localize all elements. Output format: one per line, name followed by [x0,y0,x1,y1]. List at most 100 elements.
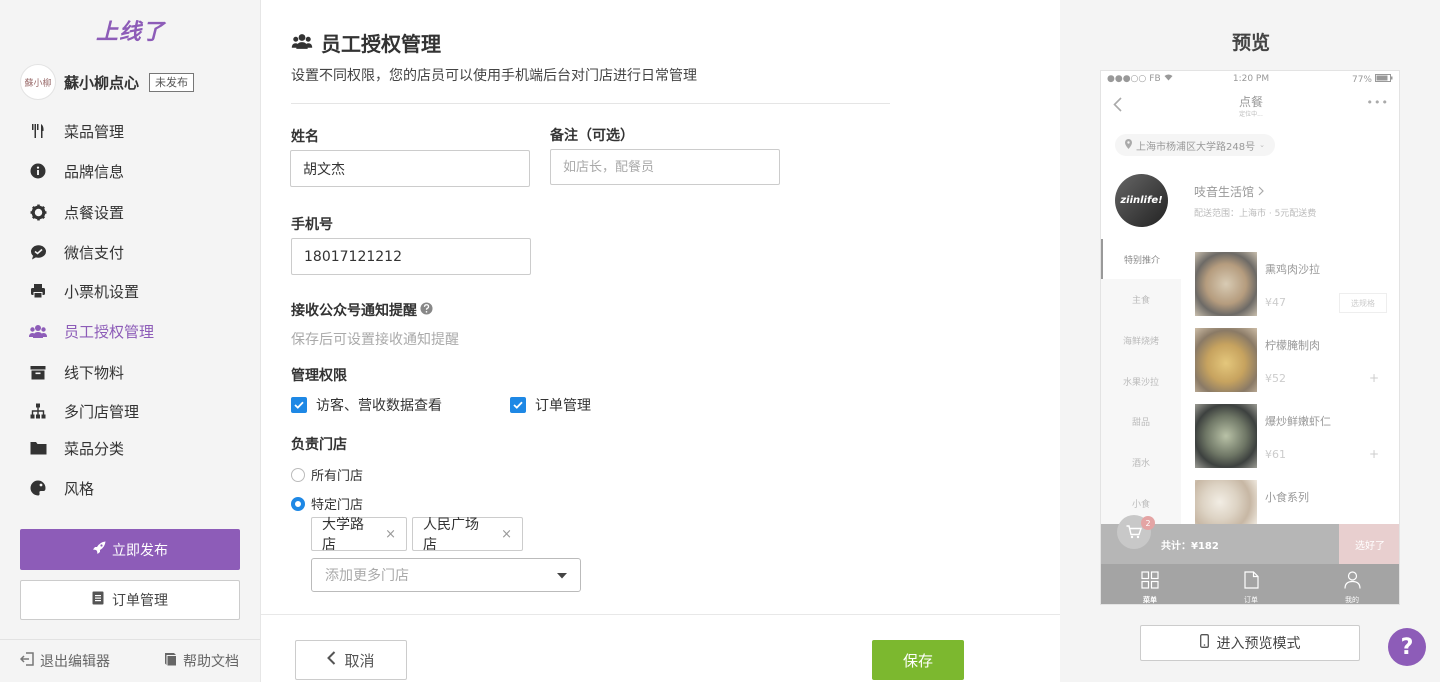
sidebar-item-offline-materials[interactable]: 线下物料 [0,353,260,391]
sidebar-item-label: 菜品分类 [64,439,125,458]
phone-shop-name[interactable]: 吱音生活馆 [1194,183,1264,200]
perm-order-management-label: 订单管理 [535,398,591,414]
sitemap-icon [29,402,47,420]
name-input[interactable] [290,150,530,187]
folder-icon [29,439,47,457]
tab-menu[interactable]: 菜单 [1130,571,1170,604]
location-pill[interactable]: 上海市杨浦区大学路248号 ⌄ [1115,134,1275,156]
dish-name: 小食系列 [1265,491,1309,504]
sidebar-item-order-settings[interactable]: 点餐设置 [0,193,260,231]
sidebar-item-wechat-pay[interactable]: 微信支付 [0,233,260,271]
add-dish-button[interactable]: + [1369,447,1379,461]
sign-out-icon [19,652,34,670]
category-item[interactable]: 甜品 [1101,401,1181,442]
perm-visitor-revenue[interactable]: 访客、营收数据查看 [291,395,442,415]
mobile-icon [1199,634,1209,652]
question-circle-icon[interactable] [420,301,433,319]
close-icon[interactable]: × [501,527,512,542]
chevron-down-icon: ⌄ [1259,141,1265,149]
radio-all-stores[interactable]: 所有门店 [291,465,363,484]
person-icon [1343,571,1361,593]
help-button[interactable]: ? [1388,628,1426,666]
phone-nav-subtitle: 定位中... [1239,111,1263,118]
help-docs-link[interactable]: 帮助文档 [164,651,239,671]
notify-hint: 保存后可设置接收通知提醒 [291,332,459,348]
tab-me-label: 我的 [1345,596,1359,604]
sidebar-item-dishes[interactable]: 菜品管理 [0,112,260,150]
order-management-label: 订单管理 [112,593,168,609]
add-dish-button[interactable]: + [1369,371,1379,385]
cart-total: 共计：¥182 [1161,541,1219,552]
category-item[interactable]: 酒水 [1101,442,1181,483]
store-tag: 大学路店 × [311,517,407,553]
checkout-button[interactable]: 选好了 [1339,524,1399,564]
brand-logo[interactable]: 上线了 [96,14,165,46]
radio-all-stores-label: 所有门店 [311,469,364,484]
radio-unchecked-icon[interactable] [291,467,305,482]
cancel-button-label: 取消 [344,651,375,670]
info-icon [29,162,47,180]
sidebar-item-multi-store[interactable]: 多门店管理 [0,392,260,430]
radio-specific-stores[interactable]: 特定门店 [291,494,363,513]
checkbox-checked-icon[interactable] [291,397,307,413]
archive-icon [29,363,47,381]
dish-image [1195,480,1257,524]
sidebar-item-label: 小票机设置 [64,282,140,301]
sidebar-item-label: 点餐设置 [64,203,125,222]
users-icon [29,322,47,340]
book-icon [164,652,177,670]
sidebar-item-brand-info[interactable]: 品牌信息 [0,152,260,190]
sidebar-item-label: 线下物料 [64,363,125,382]
fork-knife-icon [29,122,47,140]
save-button[interactable]: 保存 [872,640,964,680]
cancel-button[interactable]: 取消 [295,640,407,680]
category-item[interactable]: 主食 [1101,279,1181,320]
chevron-left-icon [327,651,336,669]
page-title: 员工授权管理 [291,28,441,57]
dish-image [1195,252,1257,316]
perm-order-management[interactable]: 订单管理 [510,395,591,415]
phone-preview: ●●●○○ FB 1:20 PM 77% 点餐 定位中... ••• 上海市杨浦… [1100,70,1400,605]
category-item[interactable]: 海鲜烧烤 [1101,320,1181,361]
cart-count-badge: 2 [1141,516,1155,530]
sidebar-item-label: 风格 [64,479,95,498]
note-label: 备注（可选） [550,128,634,144]
battery-icon [1375,74,1393,85]
sidebar-item-dish-categories[interactable]: 菜品分类 [0,429,260,467]
gear-icon [29,203,47,221]
phone-label: 手机号 [291,217,333,233]
add-store-select[interactable]: 添加更多门店 [311,558,581,592]
category-item[interactable]: 水果沙拉 [1101,361,1181,401]
note-input[interactable] [550,149,780,185]
choose-spec-button[interactable]: 选规格 [1339,293,1387,313]
tab-me[interactable]: 我的 [1332,571,1372,604]
sidebar-item-style[interactable]: 风格 [0,469,260,507]
checkbox-checked-icon[interactable] [510,397,526,413]
shop-logo-text: ziinlife! [1120,195,1163,206]
sidebar-item-label: 员工授权管理 [64,322,155,341]
delivery-info: 配送范围：上海市 · 5元配送费 [1194,209,1317,219]
page-title-text: 员工授权管理 [321,32,441,56]
phone-input[interactable] [291,238,531,275]
tab-orders[interactable]: 订单 [1231,571,1271,604]
category-item[interactable]: 特别推介 [1101,239,1181,279]
radio-specific-stores-label: 特定门店 [311,498,364,513]
stores-label: 负责门店 [291,437,347,453]
close-icon[interactable]: × [385,527,396,542]
notify-label-text: 接收公众号通知提醒 [291,303,417,319]
preview-mode-button[interactable]: 进入预览模式 [1140,625,1360,661]
caret-down-icon [557,567,567,583]
sidebar-item-label: 品牌信息 [64,162,125,181]
sidebar-item-staff-auth[interactable]: 员工授权管理 [0,312,260,350]
more-dots-icon[interactable]: ••• [1367,96,1389,109]
sidebar-item-label: 多门店管理 [64,402,140,421]
location-text: 上海市杨浦区大学路248号 [1136,141,1256,153]
dish-image [1195,328,1257,392]
radio-checked-icon[interactable] [291,496,305,511]
tab-menu-label: 菜单 [1143,596,1157,604]
sidebar-item-printer[interactable]: 小票机设置 [0,272,260,310]
order-management-button[interactable]: 订单管理 [20,580,240,620]
publish-button[interactable]: 立即发布 [20,529,240,570]
dish-name: 熏鸡肉沙拉 [1265,263,1320,276]
exit-editor-link[interactable]: 退出编辑器 [19,651,110,671]
